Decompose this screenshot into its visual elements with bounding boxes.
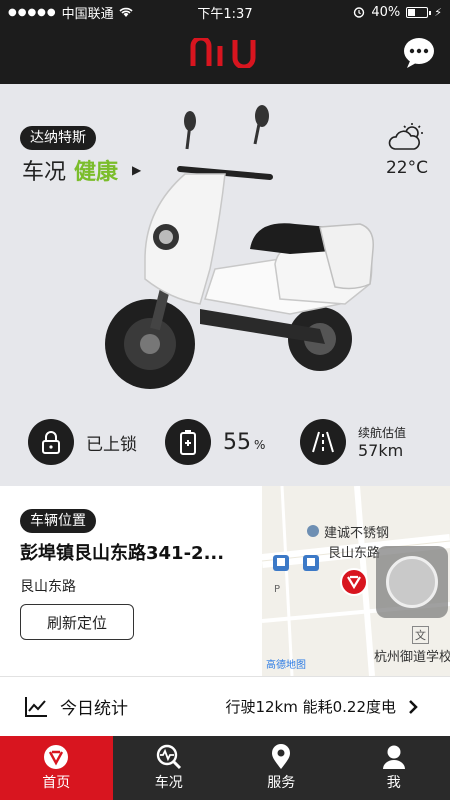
scooter-image bbox=[105, 105, 374, 389]
today-stats-row[interactable]: 今日统计 行驶12km 能耗0.22度电 bbox=[0, 676, 450, 736]
tab-bar: 首页 车况 服务 我 bbox=[0, 736, 450, 800]
tab-me-label: 我 bbox=[386, 775, 401, 791]
user-icon bbox=[382, 745, 405, 769]
today-stats-title: 今日统计 bbox=[60, 699, 128, 719]
chevron-right-icon bbox=[409, 699, 418, 714]
location-map[interactable]: 建诚不锈钢 艮山东路 P 文 杭州御道学校 高德地图 bbox=[262, 486, 450, 676]
vehicle-marker-icon bbox=[340, 568, 368, 596]
map-label-road: 艮山东路 bbox=[328, 546, 381, 561]
wifi-icon bbox=[119, 7, 133, 17]
locate-me-button[interactable] bbox=[376, 546, 448, 618]
message-icon[interactable] bbox=[402, 36, 436, 70]
bus-stop-icon bbox=[273, 555, 289, 571]
alarm-icon bbox=[354, 7, 365, 18]
map-poi-icon bbox=[307, 525, 319, 537]
range-label: 续航估值 bbox=[358, 426, 407, 440]
map-label-poi-1: 建诚不锈钢 bbox=[324, 526, 390, 541]
battery-level-icon bbox=[165, 419, 211, 465]
location-street: 艮山东路 bbox=[20, 579, 76, 595]
lock-stat[interactable]: 已上锁 bbox=[28, 419, 137, 465]
location-badge: 车辆位置 bbox=[20, 509, 96, 533]
location-address: 彭埠镇艮山东路341-2... bbox=[20, 543, 225, 564]
carrier-label: 中国联通 bbox=[61, 6, 114, 22]
lock-status: 已上锁 bbox=[86, 434, 137, 455]
niu-logo bbox=[190, 38, 256, 68]
app-header bbox=[0, 24, 450, 84]
partly-cloudy-icon bbox=[388, 123, 423, 150]
battery-level: 55 bbox=[223, 429, 251, 455]
battery-unit: % bbox=[254, 437, 266, 452]
temperature: 22°C bbox=[385, 158, 428, 178]
lock-icon bbox=[28, 419, 74, 465]
school-icon: 文 bbox=[412, 626, 429, 644]
battery-stat: 55% bbox=[165, 419, 265, 465]
road-icon bbox=[300, 419, 346, 465]
vehicle-hero: 达纳特斯 车况 健康 ▶ 22°C 已上锁 55 % 续航估值 57km bbox=[0, 84, 450, 486]
vehicle-stats: 已上锁 55% 续航估值 57km bbox=[0, 419, 450, 469]
tab-home-label: 首页 bbox=[42, 775, 71, 791]
location-card: 车辆位置 彭埠镇艮山东路341-2... 艮山东路 刷新定位 建诚不锈钢 艮山东… bbox=[0, 486, 450, 676]
tab-services[interactable]: 服务 bbox=[225, 736, 338, 800]
location-pin-icon bbox=[272, 744, 291, 769]
range-stat: 续航估值 57km bbox=[300, 419, 406, 465]
tab-vehicle-status-label: 车况 bbox=[154, 775, 183, 791]
today-stats-info: 行驶12km 能耗0.22度电 bbox=[225, 698, 396, 716]
weather-widget: 22°C bbox=[386, 122, 428, 178]
tab-services-label: 服务 bbox=[267, 775, 296, 791]
tab-me[interactable]: 我 bbox=[338, 736, 450, 800]
vehicle-name-badge: 达纳特斯 bbox=[20, 126, 96, 150]
vehicle-status-icon bbox=[156, 744, 181, 770]
tab-home[interactable]: 首页 bbox=[0, 736, 113, 800]
map-label-p: P bbox=[274, 584, 281, 595]
range-value: 57km bbox=[358, 441, 404, 460]
condition-label: 车况 bbox=[22, 160, 67, 185]
status-bar: ●●●●● 中国联通 下午1:37 40% ⚡ bbox=[0, 0, 450, 24]
map-label-poi-2: 杭州御道学校 bbox=[374, 650, 450, 665]
signal-icon: ●●●●● bbox=[8, 6, 57, 18]
battery-icon bbox=[406, 6, 432, 18]
bus-stop-icon bbox=[303, 555, 319, 571]
home-icon bbox=[44, 745, 69, 769]
map-watermark: 高德地图 bbox=[266, 660, 306, 671]
tab-vehicle-status[interactable]: 车况 bbox=[113, 736, 226, 800]
refresh-location-button[interactable]: 刷新定位 bbox=[20, 604, 134, 640]
battery-percent: 40% bbox=[371, 4, 401, 20]
line-chart-icon bbox=[25, 696, 47, 717]
charging-icon: ⚡ bbox=[434, 5, 442, 19]
